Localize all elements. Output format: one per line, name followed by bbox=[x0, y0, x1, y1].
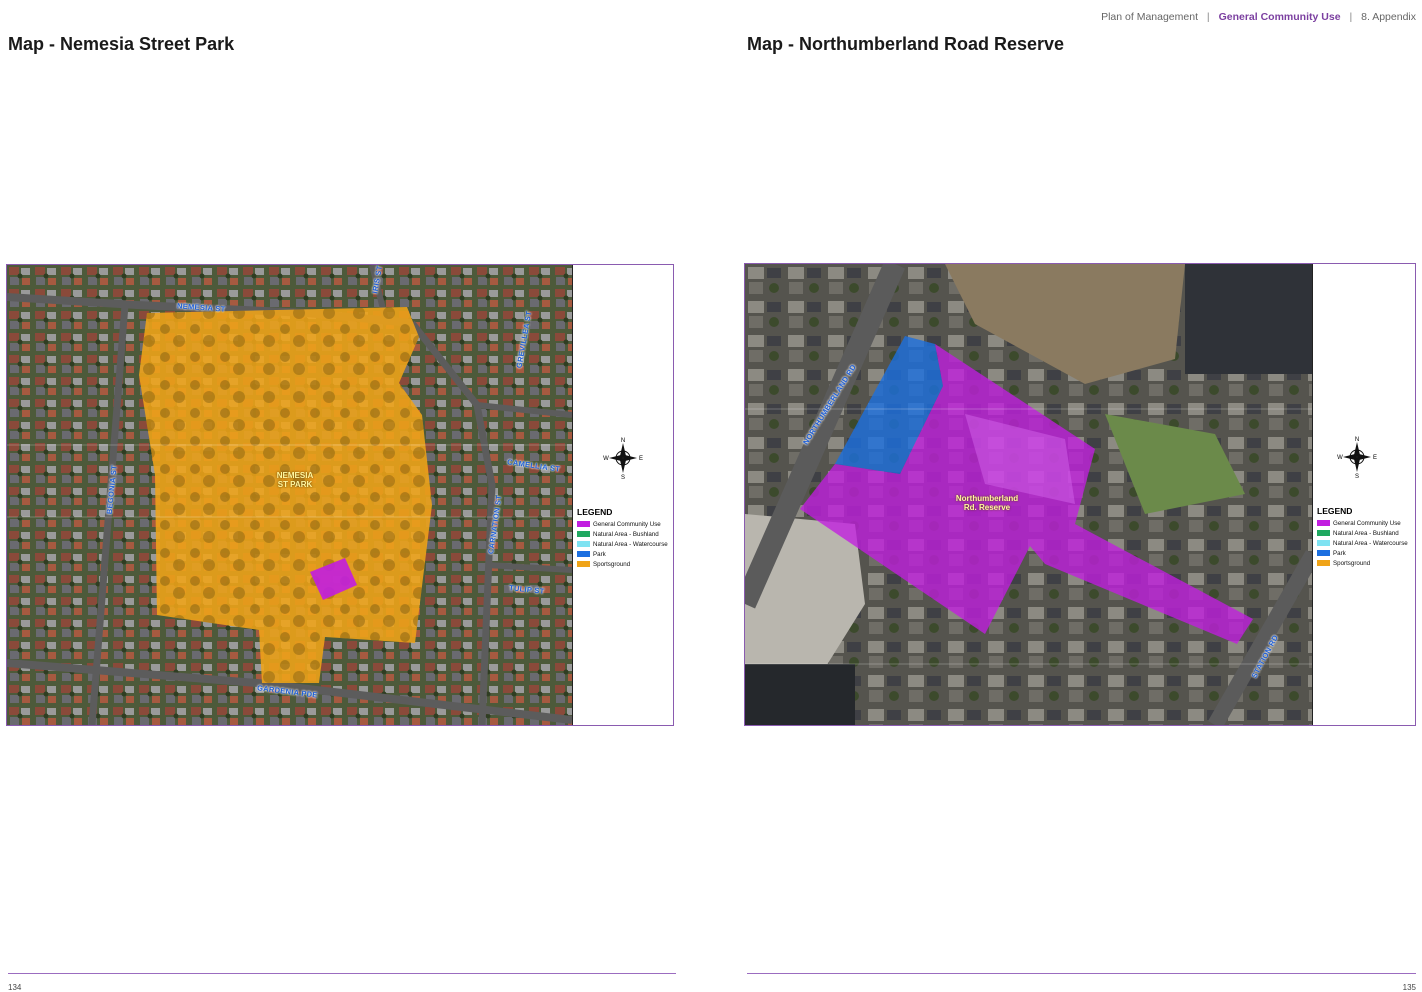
nemesia-aerial-image bbox=[7, 265, 572, 725]
legend-item: General Community Use bbox=[577, 519, 668, 529]
legend-panel: N S W E LEGEND General Community Use Nat… bbox=[572, 265, 673, 725]
legend-swatch bbox=[1317, 550, 1330, 556]
compass-w-label: W bbox=[1337, 455, 1343, 461]
legend-list: General Community Use Natural Area - Bus… bbox=[577, 519, 668, 569]
area-label: Northumberland Rd. Reserve bbox=[955, 494, 1019, 512]
legend-swatch bbox=[577, 531, 590, 537]
legend-label: Natural Area - Watercourse bbox=[593, 540, 668, 548]
legend-list: General Community Use Natural Area - Bus… bbox=[1317, 518, 1408, 568]
legend-panel: N S W E LEGEND General Community Use Nat… bbox=[1312, 264, 1415, 725]
legend-swatch bbox=[577, 561, 590, 567]
north-arrow-icon: N S W E bbox=[1337, 437, 1377, 478]
right-page-title: Map - Northumberland Road Reserve bbox=[747, 34, 1065, 54]
legend-swatch bbox=[1317, 560, 1330, 566]
legend-label: Natural Area - Watercourse bbox=[1333, 539, 1408, 547]
left-page-number: 134 bbox=[8, 983, 22, 992]
northumberland-aerial-image bbox=[745, 264, 1313, 725]
legend-item: Natural Area - Bushland bbox=[1317, 528, 1408, 538]
legend-label: Natural Area - Bushland bbox=[593, 530, 659, 538]
compass-w-label: W bbox=[603, 456, 609, 462]
compass-e-label: E bbox=[1373, 455, 1377, 461]
legend-label: Park bbox=[593, 550, 606, 558]
compass-s-label: S bbox=[1355, 474, 1359, 478]
legend-item: Natural Area - Watercourse bbox=[1317, 538, 1408, 548]
legend-title: LEGEND bbox=[1317, 506, 1353, 516]
northumberland-map-frame: NORTHUMBERLAND RD STATION RD Northumberl… bbox=[744, 263, 1416, 726]
left-page-title: Map - Nemesia Street Park bbox=[8, 34, 235, 54]
legend-swatch bbox=[577, 521, 590, 527]
breadcrumb-section: General Community Use bbox=[1218, 11, 1341, 23]
breadcrumb-separator: | bbox=[1206, 11, 1210, 23]
legend-item: Park bbox=[577, 549, 668, 559]
legend-label: General Community Use bbox=[1333, 519, 1401, 527]
legend-label: Sportsground bbox=[1333, 559, 1371, 567]
legend-item: Sportsground bbox=[577, 559, 668, 569]
breadcrumb: Plan of Management | General Community U… bbox=[1101, 11, 1416, 23]
legend-item: Natural Area - Bushland bbox=[577, 529, 668, 539]
breadcrumb-separator: | bbox=[1349, 11, 1353, 23]
legend-item: Park bbox=[1317, 548, 1408, 558]
nemesia-map-frame: NEMESIA ST CAMELLIA ST TULIP ST GARDENIA… bbox=[6, 264, 674, 726]
legend-swatch bbox=[577, 541, 590, 547]
compass-e-label: E bbox=[639, 456, 643, 462]
legend-label: Sportsground bbox=[593, 560, 631, 568]
legend-swatch bbox=[1317, 520, 1330, 526]
legend-item: General Community Use bbox=[1317, 518, 1408, 528]
legend-swatch bbox=[1317, 540, 1330, 546]
breadcrumb-chapter: 8. Appendix bbox=[1361, 11, 1416, 23]
compass-n-label: N bbox=[1355, 437, 1359, 443]
legend-label: General Community Use bbox=[593, 520, 661, 528]
legend-swatch bbox=[577, 551, 590, 557]
compass-n-label: N bbox=[621, 438, 625, 444]
footer-rule bbox=[8, 973, 676, 974]
breadcrumb-doc: Plan of Management bbox=[1101, 11, 1198, 23]
legend-item: Natural Area - Watercourse bbox=[577, 539, 668, 549]
right-page-number: 135 bbox=[1402, 983, 1416, 992]
legend-label: Park bbox=[1333, 549, 1346, 557]
footer-rule bbox=[747, 973, 1416, 974]
legend-item: Sportsground bbox=[1317, 558, 1408, 568]
legend-swatch bbox=[1317, 530, 1330, 536]
legend-label: Natural Area - Bushland bbox=[1333, 529, 1399, 537]
compass-s-label: S bbox=[621, 475, 625, 479]
area-label: NEMESIA ST PARK bbox=[276, 471, 314, 489]
legend-title: LEGEND bbox=[577, 507, 613, 517]
north-arrow-icon: N S W E bbox=[603, 438, 643, 479]
